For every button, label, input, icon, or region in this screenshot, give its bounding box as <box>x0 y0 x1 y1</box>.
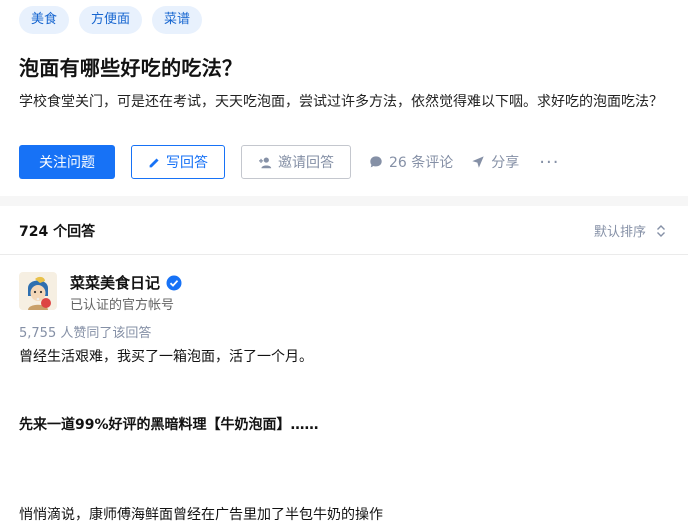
follow-question-button[interactable]: 关注问题 <box>19 145 115 179</box>
avatar[interactable] <box>19 272 57 310</box>
comments-button[interactable]: 26 条评论 <box>369 152 453 172</box>
answers-count: 724 个回答 <box>19 224 96 240</box>
question-description: 学校食堂关门，可是还在考试，天天吃泡面，尝试过许多方法，依然觉得难以下咽。求好吃… <box>19 94 663 110</box>
author-name[interactable]: 菜菜美食日记 <box>70 272 182 293</box>
topic-tag[interactable]: 美食 <box>19 6 70 34</box>
topic-tag[interactable]: 菜谱 <box>152 6 203 34</box>
author-name-label: 菜菜美食日记 <box>70 274 161 292</box>
answers-section: 724 个回答 默认排序 菜菜美食日记 已认证的官方帐号 5,755 人赞同了该… <box>0 206 688 526</box>
invite-answer-button[interactable]: 邀请回答 <box>241 145 351 179</box>
share-icon <box>472 156 484 168</box>
question-header: 美食 方便面 菜谱 泡面有哪些好吃的吃法？ 学校食堂关门，可是还在考试，天天吃泡… <box>0 0 688 196</box>
answer-paragraph-bold: 先来一道99%好评的黑暗料理【牛奶泡面】…… <box>19 417 319 433</box>
more-actions-button[interactable]: ··· <box>539 152 559 173</box>
share-label: 分享 <box>491 155 520 171</box>
vote-count: 5,755 人赞同了该回答 <box>19 326 152 341</box>
invite-answer-label: 邀请回答 <box>278 155 334 171</box>
comments-label: 26 条评论 <box>389 155 454 171</box>
question-actions: 关注问题 写回答 邀请回答 26 条评论 分享 ··· <box>19 145 559 179</box>
sort-updown-icon <box>657 224 665 237</box>
sort-dropdown[interactable]: 默认排序 <box>594 221 666 240</box>
topic-tag[interactable]: 方便面 <box>79 6 143 34</box>
divider <box>0 254 688 255</box>
sort-label: 默认排序 <box>593 225 646 240</box>
question-title: 泡面有哪些好吃的吃法？ <box>19 56 243 80</box>
add-user-icon <box>259 156 272 168</box>
pencil-icon <box>149 157 159 167</box>
author-description: 已认证的官方帐号 <box>70 298 175 313</box>
write-answer-button[interactable]: 写回答 <box>131 145 225 179</box>
comment-icon <box>370 156 382 168</box>
write-answer-label: 写回答 <box>166 155 208 171</box>
topic-tags: 美食 方便面 菜谱 <box>19 6 203 34</box>
answer-paragraph: 曾经生活艰难，我买了一箱泡面，活了一个月。 <box>19 349 313 365</box>
share-button[interactable]: 分享 <box>471 152 519 172</box>
answer-paragraph: 悄悄滴说，康师傅海鲜面曾经在广告里加了半包牛奶的操作 <box>19 507 383 523</box>
verified-badge-icon <box>166 275 182 290</box>
